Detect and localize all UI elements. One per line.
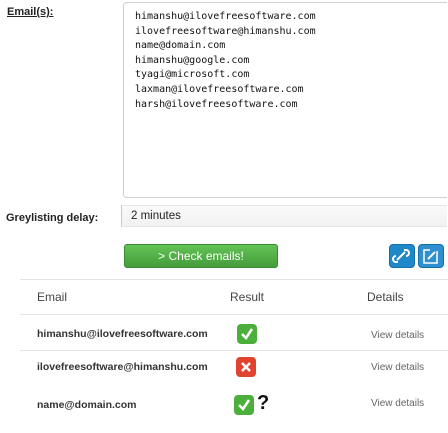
email-line: ilovefreesoftware@himanshu.com <box>135 25 316 37</box>
email-line: harsh@ilovefreesoftware.com <box>135 98 298 110</box>
view-details-link[interactable]: View details <box>371 362 424 373</box>
emails-textarea[interactable]: himanshu@ilovefreesoftware.com ilovefree… <box>123 2 447 198</box>
check-icon <box>237 324 257 344</box>
check-icon <box>234 395 254 415</box>
greylisting-label: Greylisting delay: <box>6 212 99 224</box>
divider <box>20 314 448 315</box>
table-row-email: ilovefreesoftware@himanshu.com <box>37 361 208 373</box>
edit-icon[interactable] <box>418 244 444 268</box>
email-line: name@domain.com <box>135 40 226 52</box>
email-line: laxman@ilovefreesoftware.com <box>135 83 304 95</box>
question-icon: ? <box>257 392 270 414</box>
email-line: himanshu@google.com <box>135 54 250 66</box>
column-header-result: Result <box>230 290 265 304</box>
divider <box>20 279 448 280</box>
column-header-email: Email <box>37 290 68 304</box>
check-emails-button[interactable]: > Check emails! <box>124 244 278 268</box>
emails-label: Email(s): <box>7 6 54 18</box>
cross-icon <box>236 357 256 377</box>
view-details-link[interactable]: View details <box>371 398 424 409</box>
share-icon[interactable] <box>389 244 415 268</box>
table-row-email: name@domain.com <box>37 399 137 411</box>
divider <box>20 350 448 351</box>
table-row-email: himanshu@ilovefreesoftware.com <box>37 328 208 340</box>
email-line: tyagi@microsoft.com <box>135 69 250 81</box>
view-details-link[interactable]: View details <box>371 330 424 341</box>
email-line: himanshu@ilovefreesoftware.com <box>135 11 316 22</box>
greylisting-select[interactable]: 2 minutes <box>121 205 447 227</box>
column-header-details: Details <box>367 290 404 304</box>
